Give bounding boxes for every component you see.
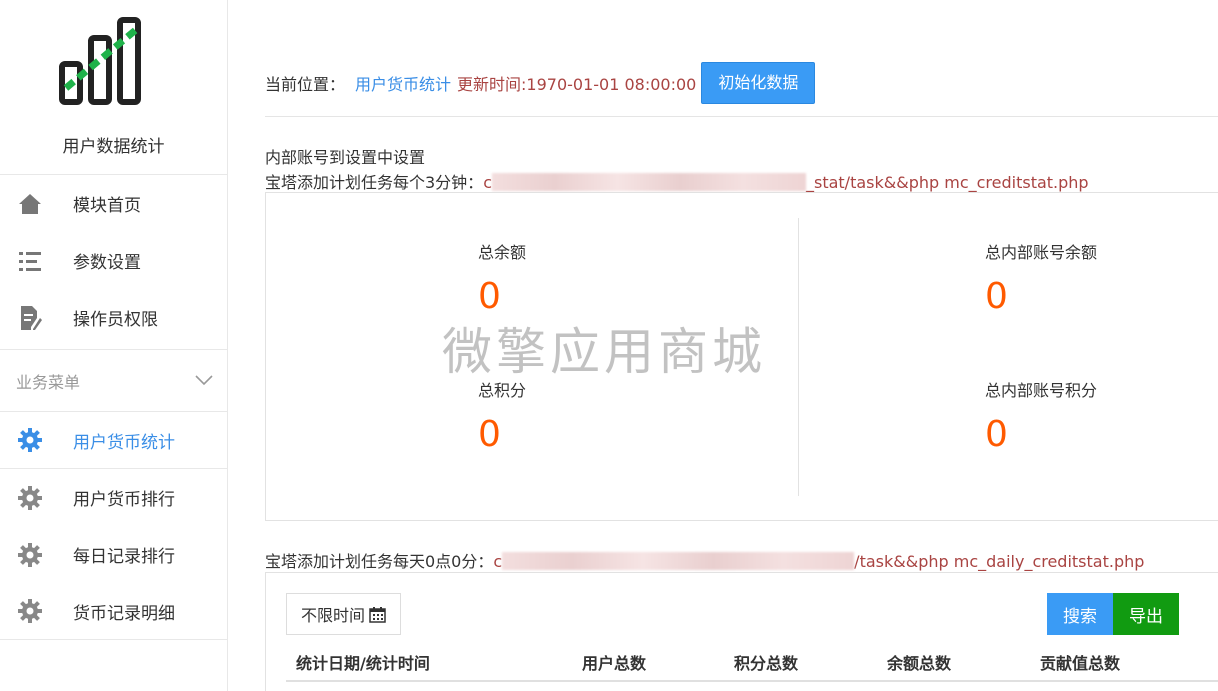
column-header: 贡献值总数: [1040, 654, 1121, 673]
column-header: 余额总数: [887, 654, 952, 673]
cron-3min-path-end: _stat/task&&php mc_creditstat.php: [805, 173, 1089, 192]
sidebar-item-label: 参数设置: [73, 253, 141, 273]
cron-daily-note: 宝塔添加计划任务每天0点0分：c/task&&php mc_daily_cred…: [265, 548, 1144, 572]
home-icon: [16, 190, 44, 218]
stat-label: 总内部账号余额: [985, 243, 1098, 262]
sidebar: 用户数据统计 模块首页 参数设置 操作员权限 业务菜单 用户货币统计 用户货币排…: [0, 0, 228, 691]
gear-icon: [16, 426, 44, 454]
app-root: 用户数据统计 模块首页 参数设置 操作员权限 业务菜单 用户货币统计 用户货币排…: [0, 0, 1218, 691]
sidebar-item-label: 货币记录明细: [73, 603, 175, 624]
column-header: 统计日期/统计时间: [296, 654, 430, 673]
gear-icon: [16, 597, 44, 625]
gear-icon: [16, 541, 44, 569]
update-time: 更新时间:1970-01-01 08:00:00: [457, 75, 697, 94]
cron-daily-path-end: /task&&php mc_daily_creditstat.php: [854, 552, 1145, 571]
app-title: 用户数据统计: [62, 137, 165, 157]
business-menu-header[interactable]: 业务菜单: [0, 349, 227, 412]
sidebar-item-settings[interactable]: 参数设置: [0, 232, 227, 289]
sidebar-item-operator-permissions[interactable]: 操作员权限: [0, 289, 227, 346]
divider: [265, 116, 1218, 117]
stat-value: 0: [985, 414, 1008, 455]
stat-total-points: 总积分 0: [478, 377, 778, 457]
sidebar-item-label: 每日记录排行: [73, 547, 175, 567]
sidebar-item-currency-ranking[interactable]: 用户货币排行: [0, 469, 227, 526]
sidebar-item-daily-ranking[interactable]: 每日记录排行: [0, 526, 227, 583]
breadcrumb: 当前位置： 用户货币统计 更新时间:1970-01-01 08:00:00 初始…: [265, 62, 1218, 104]
stat-internal-balance: 总内部账号余额 0: [985, 239, 1218, 319]
internal-account-note: 内部账号到设置中设置: [265, 148, 426, 167]
gear-icon: [16, 484, 44, 512]
watermark: 微擎应用商城: [442, 323, 766, 381]
breadcrumb-current[interactable]: 用户货币统计: [355, 71, 451, 95]
stat-total-balance: 总余额 0: [478, 239, 778, 319]
stats-divider: [798, 218, 799, 496]
column-header: 用户总数: [582, 654, 647, 673]
search-button[interactable]: 搜索: [1047, 593, 1113, 635]
export-button[interactable]: 导出: [1113, 593, 1179, 635]
sidebar-item-label: 用户货币统计: [73, 432, 175, 453]
column-header: 积分总数: [734, 654, 799, 673]
breadcrumb-label: 当前位置：: [265, 75, 346, 94]
date-filter-button[interactable]: 不限时间: [286, 593, 402, 635]
list-icon: [16, 247, 44, 275]
cron-3min-prefix: 宝塔添加计划任务每个3分钟：: [265, 173, 484, 192]
sidebar-item-currency-detail[interactable]: 货币记录明细: [0, 583, 227, 640]
sidebar-item-label: 模块首页: [73, 196, 141, 216]
stat-label: 总内部账号积分: [985, 381, 1098, 400]
cron-daily-prefix: 宝塔添加计划任务每天0点0分：: [265, 552, 494, 571]
cron-3min-note: 宝塔添加计划任务每个3分钟：c _stat/task&&php mc_credit…: [265, 169, 1089, 193]
stat-value: 0: [985, 276, 1008, 317]
redacted-path: [502, 552, 855, 570]
stat-internal-points: 总内部账号积分 0: [985, 377, 1218, 457]
calendar-icon: [369, 606, 386, 623]
sidebar-item-label: 用户货币排行: [73, 490, 175, 510]
redacted-path: [491, 173, 806, 191]
group-label: 业务菜单: [16, 372, 81, 392]
cron-3min-path-start: c: [483, 173, 492, 192]
logo-area: 用户数据统计: [0, 0, 227, 175]
document-edit-icon: [16, 304, 44, 332]
sidebar-item-home[interactable]: 模块首页: [0, 175, 227, 232]
stat-value: 0: [478, 414, 501, 455]
init-data-button[interactable]: 初始化数据: [701, 62, 816, 104]
sidebar-item-currency-stats[interactable]: 用户货币统计: [0, 412, 227, 469]
table-header: 统计日期/统计时间 用户总数 积分总数 余额总数 贡献值总数: [286, 646, 1218, 682]
stat-label: 总余额: [478, 243, 527, 262]
sidebar-item-label: 操作员权限: [73, 310, 158, 330]
cron-daily-path-start: c: [493, 552, 503, 571]
daily-table-panel: 不限时间 搜索 导出 统计日期/统计时间 用户总数 积分总数 余额总数 贡献值总…: [265, 572, 1218, 691]
chevron-down-icon: [195, 371, 213, 390]
date-filter-label: 不限时间: [301, 606, 366, 625]
bar-chart-logo-icon: [59, 17, 141, 105]
